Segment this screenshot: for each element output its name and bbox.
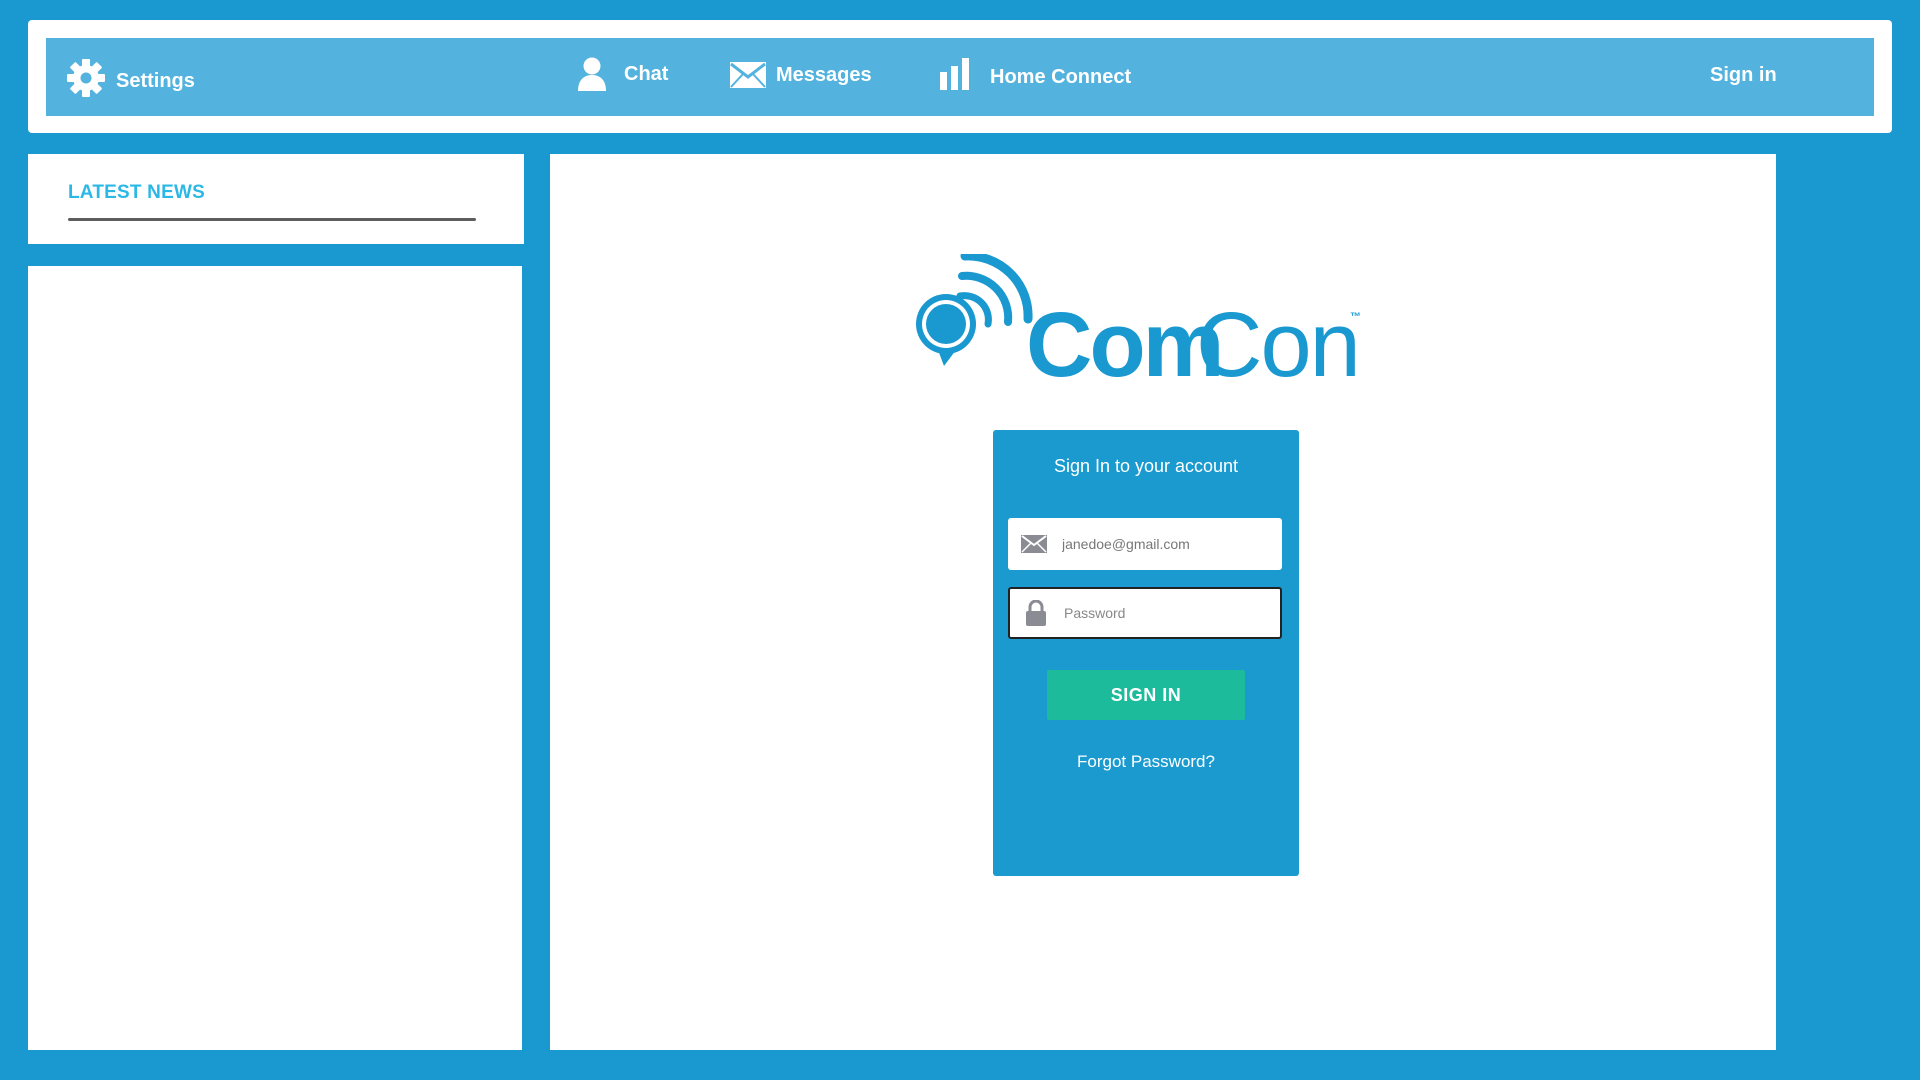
password-field[interactable]	[1008, 587, 1282, 639]
nav-messages-label: Messages	[776, 63, 872, 86]
nav-settings-label: Settings	[116, 69, 195, 92]
sign-in-heading: Sign In to your account	[1053, 456, 1239, 476]
nav-home-connect[interactable]: Home Connect	[940, 58, 1131, 90]
comcon-logo: Com Con ™	[910, 251, 1370, 396]
user-icon	[576, 56, 608, 92]
forgot-password-link[interactable]: Forgot Password?	[993, 752, 1299, 772]
nav-sign-in-link[interactable]: Sign in	[1710, 64, 1777, 87]
logo-com-text: Com	[1026, 294, 1221, 384]
nav-settings[interactable]: Settings	[66, 58, 195, 98]
wifi-chat-bubble-icon	[916, 251, 1033, 366]
lock-icon	[1010, 600, 1062, 626]
bar-chart-icon	[940, 58, 970, 90]
envelope-icon	[730, 62, 766, 88]
gear-icon	[66, 58, 106, 98]
sign-in-form: Sign In to your account SIGN IN For	[993, 430, 1299, 876]
nav-chat-label: Chat	[624, 62, 669, 85]
email-field[interactable]	[1008, 518, 1282, 570]
envelope-icon	[1008, 535, 1060, 553]
logo-con-text: Con	[1196, 294, 1359, 384]
nav-home-connect-label: Home Connect	[990, 65, 1132, 88]
email-input[interactable]	[1060, 535, 1264, 553]
password-input[interactable]	[1062, 604, 1266, 622]
logo-trademark: ™	[1350, 311, 1361, 323]
sign-in-button[interactable]: SIGN IN	[1047, 670, 1245, 720]
latest-news-header: LATEST NEWS	[28, 154, 524, 244]
latest-news-divider	[68, 218, 476, 221]
latest-news-panel	[28, 266, 522, 1050]
nav-messages[interactable]: Messages	[730, 62, 872, 88]
nav-chat[interactable]: Chat	[576, 56, 668, 92]
latest-news-title: LATEST NEWS	[68, 182, 205, 203]
nav-sign-in-label: Sign in	[1710, 64, 1777, 86]
top-navigation-bar: Settings Chat Messages Home Connect Sign…	[46, 38, 1874, 116]
main-content-panel: Com Con ™ Sign In to your account janedo…	[550, 154, 1776, 1050]
